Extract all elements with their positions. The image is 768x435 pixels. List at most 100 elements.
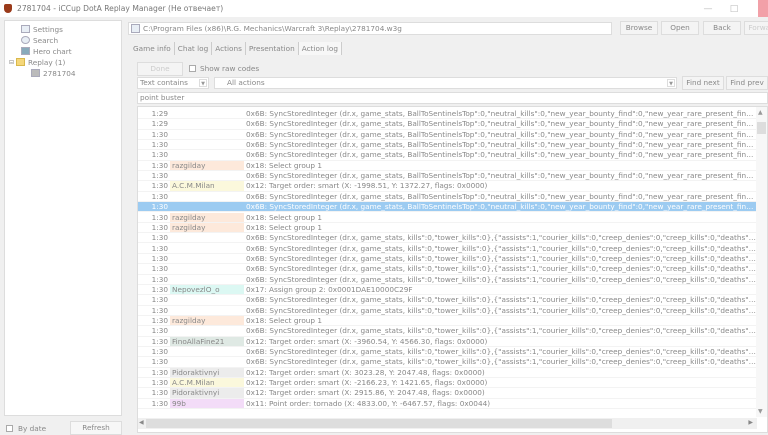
table-row[interactable]: 1:30 FinoAllaFine21 0x12: Target order: sm… xyxy=(138,336,757,347)
table-row[interactable]: 1:30 0x6B: SyncStoredInteger (dr.x, game_… xyxy=(138,306,757,316)
table-row[interactable]: 1:30 0x6B: SyncStoredInteger (dr.x, game_… xyxy=(138,202,757,213)
scroll-right-icon[interactable]: ▶ xyxy=(748,419,753,426)
action-cell: 0x18: Select group 1 xyxy=(246,222,323,232)
open-button[interactable]: Open xyxy=(661,21,699,35)
time-cell: 1:30 xyxy=(151,129,168,139)
action-cell: 0x18: Select group 1 xyxy=(246,212,323,222)
table-row[interactable]: 1:30 0x6B: SyncStoredInteger (dr.x, game_… xyxy=(138,140,757,151)
time-cell: 1:30 xyxy=(151,274,168,284)
tab-presentation[interactable]: Presentation xyxy=(246,42,299,55)
replay-path-field[interactable]: C:\Program Files (x86)\R.G. Mechanics\Wa… xyxy=(128,22,612,35)
table-row[interactable]: 1:30 0x6B: SyncStoredInteger (dr.x, game_… xyxy=(138,357,757,368)
action-cell: 0x17: Assign group 2: 0x0001DAE10000C29F xyxy=(246,284,413,294)
sidebar-item-settings[interactable]: Settings xyxy=(21,24,63,34)
tab-actions[interactable]: Actions xyxy=(212,42,246,55)
table-row[interactable]: 1:30 0x6B: SyncStoredInteger (dr.x, game_… xyxy=(138,326,757,337)
time-cell: 1:30 xyxy=(151,212,168,222)
vertical-scrollbar[interactable]: ▲ ▼ xyxy=(756,107,767,417)
table-row[interactable]: 1:30 Pidoraktivnyi 0x12: Target order: sma… xyxy=(138,367,757,379)
action-cell: 0x6B: SyncStoredInteger (dr.x, game_stat… xyxy=(246,326,757,336)
player-cell xyxy=(170,202,244,211)
table-row[interactable]: 1:30 0x6B: SyncStoredInteger (dr.x, game_… xyxy=(138,264,757,275)
time-cell: 1:30 xyxy=(151,326,168,336)
search-input[interactable]: point buster xyxy=(137,92,768,104)
table-row[interactable]: 1:30 0x6B: SyncStoredInteger (dr.x, game_… xyxy=(138,253,757,265)
scroll-left-icon[interactable]: ◀ xyxy=(139,419,144,426)
player-cell xyxy=(170,233,244,242)
player-cell xyxy=(170,275,244,284)
time-cell: 1:30 xyxy=(151,378,168,388)
refresh-button[interactable]: Refresh xyxy=(70,421,122,435)
tab-action-log[interactable]: Action log xyxy=(298,42,343,55)
table-row[interactable]: 1:30 0x6B: SyncStoredInteger (dr.x, game_… xyxy=(138,275,757,285)
collapse-icon[interactable]: ⊟ xyxy=(9,59,14,66)
table-row[interactable]: 1:30 0x6B: SyncStoredInteger (dr.x, game_… xyxy=(138,130,757,140)
time-cell: 1:30 xyxy=(151,222,168,232)
filter-mode-select[interactable]: Text contains ▼ xyxy=(137,77,209,89)
find-prev-button[interactable]: Find prev xyxy=(726,76,768,90)
table-row[interactable]: 1:30 razgilday 0x18: Select group 1 xyxy=(138,222,757,234)
table-row[interactable]: 1:30 0x6B: SyncStoredInteger (dr.x, game_… xyxy=(138,347,757,358)
by-date-checkbox[interactable] xyxy=(6,424,13,432)
done-button[interactable]: Done xyxy=(137,62,183,76)
scroll-thumb[interactable] xyxy=(146,419,612,428)
action-cell: 0x12: Target order: smart (X: -1998.51, … xyxy=(246,181,488,191)
time-cell: 1:30 xyxy=(151,140,168,150)
time-cell: 1:30 xyxy=(151,357,168,367)
back-button[interactable]: Back xyxy=(703,21,741,35)
table-row[interactable]: 1:29 0x6B: SyncStoredInteger (dr.x, game_… xyxy=(138,109,757,120)
sidebar-item-search[interactable]: Search xyxy=(21,35,58,45)
maximize-button[interactable]: □ xyxy=(722,0,746,17)
table-row[interactable]: 1:30 0x6B: SyncStoredInteger (dr.x, game_… xyxy=(138,171,757,182)
scroll-thumb[interactable] xyxy=(757,122,766,134)
table-row[interactable]: 1:30 razgilday 0x18: Select group 1 xyxy=(138,160,757,172)
table-row[interactable]: 1:30 99b 0x11: Point order: tornado (X: 48… xyxy=(138,398,757,410)
player-cell: Pidoraktivnyi xyxy=(170,388,244,398)
table-row[interactable]: 1:30 0x6B: SyncStoredInteger (dr.x, game_… xyxy=(138,150,757,161)
time-cell: 1:30 xyxy=(151,264,168,274)
time-cell: 1:30 xyxy=(151,398,168,408)
replay-icon xyxy=(131,24,140,33)
time-cell: 1:30 xyxy=(151,295,168,305)
sidebar-item-replay[interactable]: 2781704 xyxy=(31,68,76,78)
find-next-button[interactable]: Find next xyxy=(682,76,724,90)
folder-icon xyxy=(16,58,26,66)
action-cell: 0x6B: SyncStoredInteger (dr.x, game_stat… xyxy=(246,233,757,243)
time-cell: 1:30 xyxy=(151,160,168,170)
show-raw-codes-checkbox[interactable] xyxy=(189,65,196,72)
action-log-list[interactable]: 1:30 99b 0x11: Point order: tornado (X: 48… xyxy=(137,106,768,433)
table-row[interactable]: 1:30 A.C.M.Milan 0x12: Target order: smart… xyxy=(138,378,757,389)
horizontal-scrollbar[interactable]: ◀ ▶ xyxy=(138,418,757,429)
sidebar-item-replay-folder[interactable]: ⊟ Replay (1) xyxy=(9,57,65,67)
tab-chat-log[interactable]: Chat log xyxy=(175,42,213,55)
scroll-down-icon[interactable]: ▼ xyxy=(758,408,763,415)
table-row[interactable]: 1:30 A.C.M.Milan 0x12: Target order: smart… xyxy=(138,181,757,192)
table-row[interactable]: 1:30 NepovezlO_o 0x17: Assign group 2: 0x0… xyxy=(138,284,757,296)
table-row[interactable]: 1:30 razgilday 0x18: Select group 1 xyxy=(138,316,757,327)
table-row[interactable]: 1:30 0x6B: SyncStoredInteger (dr.x, game_… xyxy=(138,244,757,254)
tab-game-info[interactable]: Game info xyxy=(130,42,175,55)
action-cell: 0x6B: SyncStoredInteger (dr.x, game_stat… xyxy=(246,357,757,367)
title-bar: 2781704 - iCCup DotA Replay Manager (Не … xyxy=(0,0,768,17)
time-cell: 1:30 xyxy=(151,253,168,263)
scroll-up-icon[interactable]: ▲ xyxy=(758,109,763,116)
table-row[interactable]: 1:30 razgilday 0x18: Select group 1 xyxy=(138,212,757,223)
action-cell: 0x6B: SyncStoredInteger (dr.x, game_stat… xyxy=(246,119,757,129)
table-row[interactable]: 1:30 0x6B: SyncStoredInteger (dr.x, game_… xyxy=(138,295,757,306)
action-cell: 0x12: Target order: smart (X: 3023.28, Y… xyxy=(246,367,485,377)
close-button[interactable] xyxy=(758,0,768,17)
action-cell: 0x6B: SyncStoredInteger (dr.x, game_stat… xyxy=(246,295,757,305)
action-cell: 0x6B: SyncStoredInteger (dr.x, game_stat… xyxy=(246,243,757,253)
time-cell: 1:30 xyxy=(151,243,168,253)
forward-button[interactable]: Forward xyxy=(744,21,768,35)
table-row[interactable]: 1:30 Pidoraktivnyi 0x12: Target order: sma… xyxy=(138,388,757,399)
sidebar-item-hero-chart[interactable]: Hero chart xyxy=(21,46,72,56)
player-cell xyxy=(170,306,244,315)
table-row[interactable]: 1:30 0x6B: SyncStoredInteger (dr.x, game_… xyxy=(138,192,757,203)
player-cell xyxy=(170,326,244,335)
table-row[interactable]: 1:30 0x6B: SyncStoredInteger (dr.x, game_… xyxy=(138,233,757,244)
minimize-button[interactable]: — xyxy=(696,0,720,17)
action-type-select[interactable]: All actions ▼ xyxy=(214,77,677,89)
table-row[interactable]: 1:29 0x6B: SyncStoredInteger (dr.x, game_… xyxy=(138,119,757,130)
browse-button[interactable]: Browse xyxy=(620,21,658,35)
